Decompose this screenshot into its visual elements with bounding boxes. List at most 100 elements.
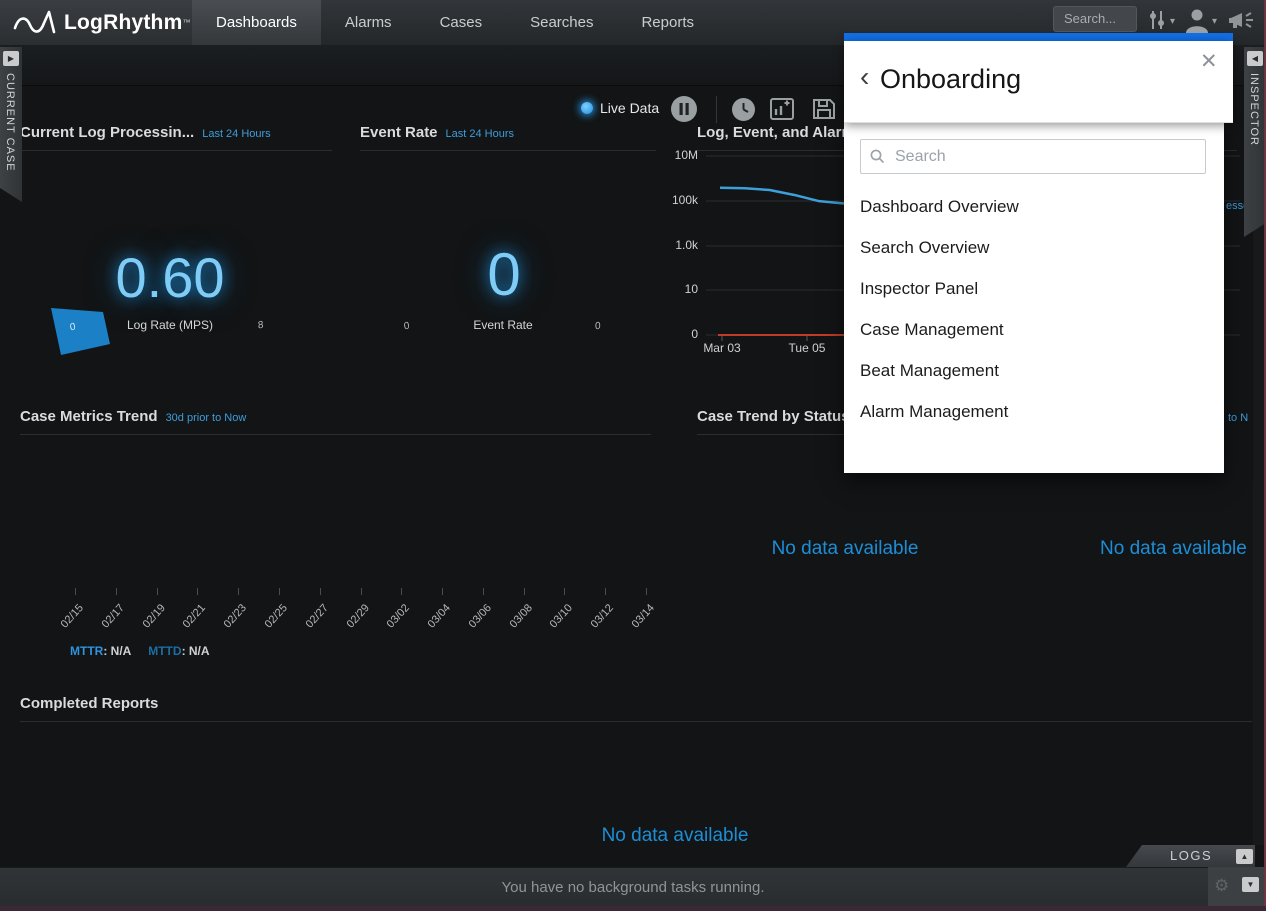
time-range-clock-button[interactable] [731, 97, 756, 122]
inspector-tab[interactable]: ◀ INSPECTOR [1244, 47, 1266, 237]
window-edge-bottom [0, 906, 1266, 911]
date-tick-label: 03/02 [371, 602, 412, 646]
inspector-tab-label: INSPECTOR [1248, 73, 1260, 146]
current-case-tab[interactable]: ▶ CURRENT CASE [0, 47, 22, 202]
date-tick-label: 03/08 [494, 602, 535, 646]
date-tick-label: 02/23 [208, 602, 249, 646]
widget-header-event-rate: Event Rate Last 24 Hours [360, 124, 656, 151]
onboarding-menu-item[interactable]: Case Management [844, 309, 1224, 350]
axis-tick [197, 588, 198, 595]
gauge-max-label: 8 [257, 319, 265, 331]
onboarding-panel-accent-bar [844, 33, 1233, 41]
widget-subtitle: 30d prior to Now [166, 412, 247, 424]
user-profile-icon[interactable] [1184, 7, 1210, 33]
case-metrics-annotations: MTTR: N/A MTTD: N/A [70, 644, 210, 658]
onboarding-menu-item[interactable]: Beat Management [844, 350, 1224, 391]
logs-expand-up-button[interactable]: ▲ [1236, 849, 1253, 864]
axis-tick [238, 588, 239, 595]
logs-collapse-down-button[interactable]: ▼ [1242, 877, 1259, 892]
onboarding-menu: Dashboard OverviewSearch OverviewInspect… [844, 186, 1224, 432]
nav-tab[interactable]: Reports [617, 0, 718, 45]
filters-sliders-icon[interactable] [1146, 9, 1168, 31]
widget-title: Event Rate [360, 124, 438, 141]
y-axis-tick-label: 100k [668, 193, 698, 207]
add-widget-button[interactable] [770, 98, 794, 120]
widget-subtitle: Last 24 Hours [202, 128, 270, 140]
event-rate-gauge-value: 0 [468, 240, 540, 309]
date-tick-label: 02/25 [249, 602, 290, 646]
axis-tick [524, 588, 525, 595]
background-tasks-status: You have no background tasks running. [0, 868, 1266, 907]
filters-chevron-down-icon[interactable]: ▾ [1170, 16, 1175, 27]
date-tick-label: 02/15 [45, 602, 86, 646]
axis-tick [401, 588, 402, 595]
search-icon [870, 149, 885, 164]
background-tasks-bar: You have no background tasks running. [0, 867, 1266, 907]
brand-trademark: ™ [182, 18, 190, 27]
back-chevron-icon[interactable]: ‹ [860, 63, 869, 91]
y-axis-tick-label: 1.0k [668, 238, 698, 252]
axis-tick [483, 588, 484, 595]
nav-tab[interactable]: Dashboards [192, 0, 321, 45]
save-dashboard-button[interactable] [812, 98, 836, 120]
date-tick-label: 02/21 [167, 602, 208, 646]
logrhythm-app: LogRhythm ™ DashboardsAlarmsCasesSearche… [0, 0, 1266, 911]
widget-title: Current Log Processin... [20, 124, 194, 141]
settings-gear-icon[interactable]: ⚙ [1214, 876, 1229, 896]
axis-tick [320, 588, 321, 595]
axis-tick [279, 588, 280, 595]
onboarding-panel-title: Onboarding [880, 64, 1021, 95]
live-data-label: Live Data [600, 100, 659, 116]
y-axis-tick-label: 0 [668, 327, 698, 341]
onboarding-menu-item[interactable]: Alarm Management [844, 391, 1224, 432]
axis-tick [157, 588, 158, 595]
mttr-label: MTTR [70, 644, 103, 658]
logrhythm-logo[interactable]: LogRhythm ™ [0, 0, 192, 45]
date-tick-label: 03/10 [534, 602, 575, 646]
onboarding-panel-body: Dashboard OverviewSearch OverviewInspect… [844, 122, 1224, 473]
widget-header-log-processing: Current Log Processin... Last 24 Hours [20, 124, 332, 151]
logrhythm-wave-icon [12, 8, 56, 38]
live-data-indicator-icon [581, 102, 593, 114]
pause-button[interactable] [670, 95, 698, 123]
axis-tick [75, 588, 76, 595]
user-chevron-down-icon[interactable]: ▾ [1212, 16, 1217, 27]
onboarding-menu-item[interactable]: Search Overview [844, 227, 1224, 268]
expand-right-arrow-icon[interactable]: ▶ [3, 51, 19, 66]
nav-tab[interactable]: Cases [416, 0, 507, 45]
gauge-min-label: 0 [402, 320, 411, 332]
nav-tabs: DashboardsAlarmsCasesSearchesReports [192, 0, 718, 45]
logs-tab-label: LOGS [1170, 848, 1212, 863]
date-tick-label: 03/12 [575, 602, 616, 646]
current-case-tab-label: CURRENT CASE [4, 73, 16, 172]
date-tick-label: 02/27 [290, 602, 331, 646]
global-search-input[interactable]: Search... [1053, 6, 1137, 32]
axis-tick [116, 588, 117, 595]
mttr-value: : N/A [103, 644, 131, 658]
widget-title: Case Trend by Status [697, 408, 850, 425]
widget-title: Case Metrics Trend [20, 408, 158, 425]
announcements-megaphone-icon[interactable] [1228, 9, 1256, 33]
widget-header-case-metrics: Case Metrics Trend 30d prior to Now [20, 408, 651, 435]
widget-title: Log, Event, and Alarm [697, 124, 855, 141]
close-icon[interactable]: ✕ [1200, 49, 1218, 74]
date-tick-label: 02/29 [330, 602, 371, 646]
expand-left-arrow-icon[interactable]: ◀ [1247, 51, 1263, 66]
date-tick-label: 03/06 [453, 602, 494, 646]
widget-subtitle: Last 24 Hours [446, 128, 514, 140]
onboarding-menu-item[interactable]: Inspector Panel [844, 268, 1224, 309]
onboarding-search-input[interactable] [860, 139, 1206, 174]
axis-tick [646, 588, 647, 595]
nav-tab[interactable]: Alarms [321, 0, 416, 45]
brand-text: LogRhythm [64, 11, 182, 35]
y-axis-tick-label: 10M [668, 148, 698, 162]
log-rate-gauge-label: Log Rate (MPS) [108, 318, 232, 332]
nav-tab[interactable]: Searches [506, 0, 617, 45]
axis-tick [442, 588, 443, 595]
onboarding-panel-header: ‹ Onboarding ✕ [844, 41, 1233, 123]
right-widget-empty-state: No data available [1100, 538, 1253, 560]
onboarding-menu-item[interactable]: Dashboard Overview [844, 186, 1224, 227]
mttd-label: MTTD [148, 644, 181, 658]
mttd-value: : N/A [182, 644, 210, 658]
date-tick-label: 02/19 [126, 602, 167, 646]
